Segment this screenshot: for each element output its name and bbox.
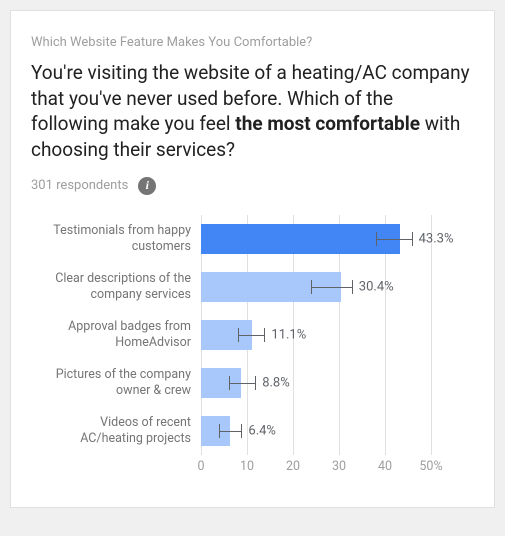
bar-value-label: 11.1% bbox=[271, 327, 306, 342]
bar-value-label: 30.4% bbox=[359, 279, 394, 294]
chart-row: Testimonials from happy customers43.3% bbox=[201, 221, 474, 257]
bar-value-label: 8.8% bbox=[262, 375, 290, 390]
meta-row: 301 respondents i bbox=[31, 177, 474, 195]
axis-tick: 40 bbox=[378, 459, 392, 474]
question-title: You're visiting the website of a heating… bbox=[31, 60, 474, 163]
chart-row: Pictures of the company owner & crew8.8% bbox=[201, 365, 474, 401]
survey-card: Which Website Feature Makes You Comforta… bbox=[10, 10, 495, 508]
respondents-count: 301 respondents bbox=[31, 178, 128, 193]
bar-value-label: 43.3% bbox=[419, 231, 454, 246]
bar-label: Clear descriptions of the company servic… bbox=[36, 270, 201, 303]
bar-label: Videos of recent AC/heating projects bbox=[36, 414, 201, 447]
overline-text: Which Website Feature Makes You Comforta… bbox=[31, 35, 474, 50]
bar-label: Pictures of the company owner & crew bbox=[36, 366, 201, 399]
info-icon[interactable]: i bbox=[138, 177, 156, 195]
bar-label: Testimonials from happy customers bbox=[36, 222, 201, 255]
chart-row: Approval badges from HomeAdvisor11.1% bbox=[201, 317, 474, 353]
error-bar bbox=[229, 376, 257, 390]
bar-value-label: 6.4% bbox=[248, 423, 276, 438]
error-bar bbox=[238, 328, 266, 342]
error-bar bbox=[376, 232, 413, 246]
chart-row: Clear descriptions of the company servic… bbox=[201, 269, 474, 305]
axis-tick: 50% bbox=[419, 459, 442, 474]
error-bar bbox=[219, 424, 242, 438]
chart-x-axis: 01020304050% bbox=[201, 459, 474, 483]
axis-tick: 20 bbox=[286, 459, 300, 474]
chart-plot-area: Testimonials from happy customers43.3% Cl… bbox=[201, 215, 474, 455]
bar-label: Approval badges from HomeAdvisor bbox=[36, 318, 201, 351]
axis-tick: 0 bbox=[197, 459, 204, 474]
bar bbox=[201, 224, 400, 254]
chart-bars: Testimonials from happy customers43.3% Cl… bbox=[201, 215, 474, 455]
axis-tick: 10 bbox=[240, 459, 254, 474]
title-emphasis: the most comfortable bbox=[235, 112, 420, 135]
axis-tick: 30 bbox=[332, 459, 346, 474]
chart-row: Videos of recent AC/heating projects6.4% bbox=[201, 413, 474, 449]
error-bar bbox=[311, 280, 352, 294]
bar-chart: Testimonials from happy customers43.3%Cl… bbox=[31, 215, 474, 483]
